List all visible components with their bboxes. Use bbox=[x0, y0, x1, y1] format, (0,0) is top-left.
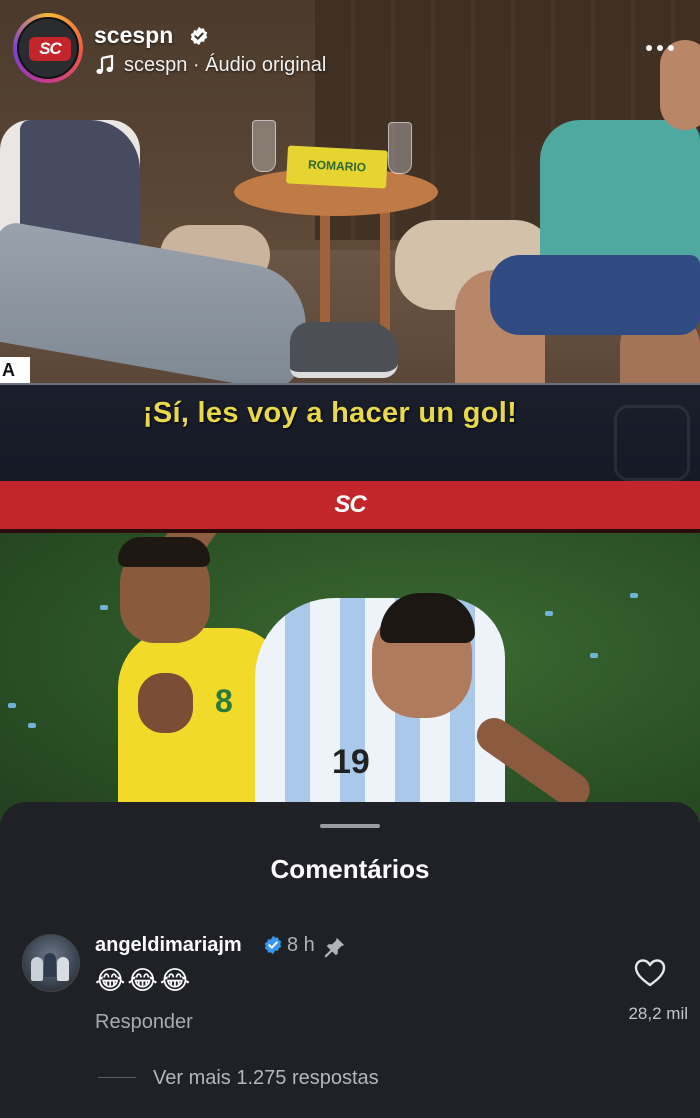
replies-divider bbox=[98, 1077, 136, 1078]
like-count: 28,2 mil bbox=[628, 1004, 688, 1023]
avatar-figure bbox=[44, 953, 56, 977]
comment-username[interactable]: angeldimariajm bbox=[95, 934, 242, 957]
avatar-figure bbox=[57, 957, 69, 981]
brazil-player-hair bbox=[118, 537, 210, 567]
lower-third-tag: A bbox=[0, 357, 30, 383]
jersey-number: 8 bbox=[215, 683, 233, 719]
music-note-icon bbox=[96, 55, 114, 74]
wine-glass bbox=[388, 122, 412, 174]
verified-icon bbox=[190, 26, 208, 46]
sc-logo: SC bbox=[334, 491, 366, 518]
confetti bbox=[590, 653, 598, 658]
confetti bbox=[630, 593, 638, 598]
reel-video[interactable]: ROMARIO A ¡Sí, les voy a hacer un gol! S… bbox=[0, 0, 700, 830]
comment-text: 😂😂😂 bbox=[95, 965, 193, 995]
pin-icon bbox=[324, 937, 345, 958]
confetti bbox=[545, 611, 553, 616]
brand-bar: SC bbox=[0, 481, 700, 533]
view-more-replies[interactable]: Ver mais 1.275 respostas bbox=[153, 1067, 379, 1090]
subtitle-bar: ¡Sí, les voy a hacer un gol! bbox=[0, 383, 700, 483]
comment-time: 8 h bbox=[287, 934, 315, 956]
video-subtitle: ¡Sí, les voy a hacer un gol! bbox=[142, 397, 518, 429]
username-link[interactable]: scespn bbox=[94, 22, 173, 49]
verified-icon bbox=[264, 935, 282, 955]
sc-avatar-logo: SC bbox=[29, 37, 71, 61]
interviewer-shoe bbox=[290, 322, 398, 378]
match-photo: 8 19 bbox=[0, 533, 700, 830]
confetti bbox=[28, 723, 36, 728]
confetti bbox=[100, 605, 108, 610]
comments-sheet: Comentários angeldimariajm 8 h 😂😂😂 Respo… bbox=[0, 802, 700, 1118]
comment-avatar[interactable] bbox=[22, 934, 80, 992]
reply-button[interactable]: Responder bbox=[95, 1011, 193, 1034]
heart-icon[interactable] bbox=[634, 958, 666, 988]
audio-link[interactable]: scespn · Áudio original bbox=[124, 54, 326, 77]
confetti bbox=[8, 703, 16, 708]
avatar-inner: SC bbox=[17, 17, 79, 79]
avatar-figure bbox=[31, 957, 43, 981]
more-options-icon[interactable] bbox=[644, 43, 676, 53]
guest-shorts bbox=[490, 255, 700, 335]
wine-glass bbox=[252, 120, 276, 172]
folded-jersey: ROMARIO bbox=[286, 145, 388, 189]
guest-head bbox=[660, 40, 700, 130]
jersey-number: 19 bbox=[332, 743, 370, 781]
sheet-drag-handle[interactable] bbox=[320, 824, 380, 828]
sheet-title: Comentários bbox=[270, 854, 430, 884]
player-fist bbox=[138, 673, 193, 733]
profile-avatar[interactable]: SC bbox=[13, 13, 83, 83]
